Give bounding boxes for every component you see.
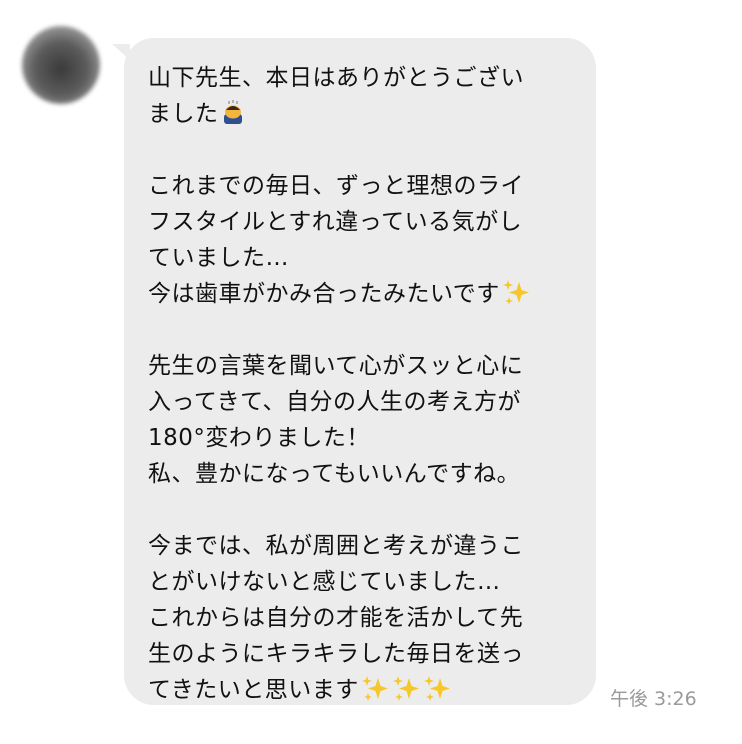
message-line: フスタイルとすれ違っている気がし	[148, 209, 523, 235]
message-line: 生のようにキラキラした毎日を送っ	[148, 641, 524, 667]
message-line-text: ました	[148, 101, 219, 127]
sparkles-icon	[502, 280, 529, 305]
message-line: ました	[148, 96, 572, 132]
message-line: 入ってきて、自分の人生の考え方が	[148, 389, 522, 415]
message-line: 今までは、私が周囲と考えが違うこ	[148, 533, 524, 559]
message-line-text: てきたいと思います	[148, 677, 359, 703]
sparkles-icon	[361, 676, 388, 701]
sparkles-icon	[423, 676, 450, 701]
sparkles-icon	[392, 676, 419, 701]
message-line-blank	[148, 132, 572, 168]
bowing-person-icon	[223, 100, 242, 124]
message-line-blank	[148, 312, 572, 348]
message-bubble[interactable]: 山下先生、本日はありがとうござい ました これまでの毎日、ずっと理想のライ フス…	[124, 38, 596, 705]
message-line: これまでの毎日、ずっと理想のライ	[148, 173, 524, 199]
message-line: 180°変わりました！	[148, 425, 370, 451]
message-line: 今は歯車がかみ合ったみたいです	[148, 276, 572, 312]
message-line: これからは自分の才能を活かして先	[148, 605, 524, 631]
message-timestamp: 午後 3:26	[610, 688, 697, 710]
message-line: 私、豊かになってもいいんですね。	[148, 461, 521, 487]
sender-avatar[interactable]	[22, 26, 100, 104]
message-line: 山下先生、本日はありがとうござい	[148, 65, 524, 91]
message-line: ていました…	[148, 245, 289, 271]
message-line: 先生の言葉を聞いて心がスッと心に	[148, 353, 524, 379]
message-line: とがいけないと感じていました…	[148, 569, 501, 595]
message-line-blank	[148, 492, 572, 528]
message-line: てきたいと思います	[148, 672, 572, 708]
message-line-text: 今は歯車がかみ合ったみたいです	[148, 281, 500, 307]
